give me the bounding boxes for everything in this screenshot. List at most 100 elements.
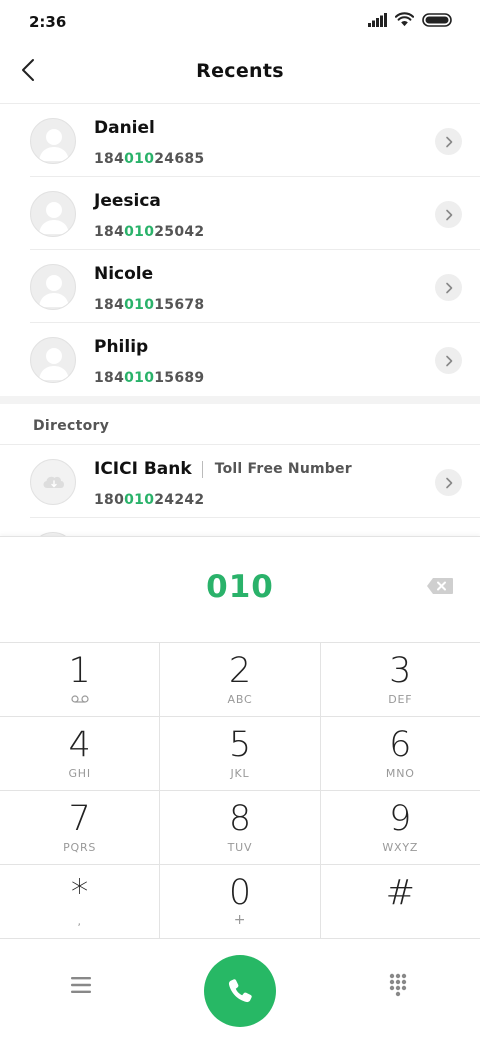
contact-name: Daniel (94, 118, 155, 138)
keypad-row: 1 2 ABC 3 DEF (0, 643, 480, 717)
avatar (30, 337, 76, 383)
avatar (30, 191, 76, 237)
matched-digits: 010 (124, 151, 155, 167)
chevron-right-icon (445, 477, 452, 488)
key-digit: 6 (389, 725, 412, 765)
menu-button[interactable] (70, 975, 92, 997)
recents-list: Daniel 18401024685 Jeesica 18401025042 N… (0, 104, 480, 536)
avatar (30, 118, 76, 164)
key-star[interactable]: * , (0, 865, 161, 938)
key-digit: 0 (228, 873, 252, 913)
recent-contact-row[interactable]: Philip 18401015689 (30, 323, 480, 396)
contact-number: 18001024242 (94, 492, 205, 508)
key-digit: # (385, 873, 415, 913)
status-bar: 2:36 (0, 0, 480, 44)
cloud-download-icon (43, 476, 64, 488)
dialed-number[interactable]: 010 (0, 569, 480, 605)
avatar (30, 459, 76, 505)
menu-icon (71, 977, 91, 993)
person-icon (39, 202, 69, 234)
contact-number: 18401025042 (94, 224, 205, 240)
matched-digits: 010 (124, 297, 155, 313)
app-header: Recents (0, 44, 480, 104)
key-9[interactable]: 9 WXYZ (321, 791, 480, 864)
keypad-row: * , 0 + # (0, 865, 480, 939)
key-digit: 1 (68, 651, 91, 691)
contact-details-button[interactable] (435, 201, 462, 228)
key-8[interactable]: 8 TUV (160, 791, 321, 864)
backspace-icon (427, 578, 453, 594)
directory-name: ICICI Bank (94, 459, 192, 479)
key-digit: 7 (68, 799, 91, 839)
key-6[interactable]: 6 MNO (321, 717, 480, 790)
status-icons (368, 12, 452, 27)
matched-digits: 010 (124, 224, 155, 240)
key-letters: GHI (68, 767, 91, 780)
recent-contact-row[interactable]: Daniel 18401024685 (30, 104, 480, 177)
call-button[interactable] (204, 955, 276, 1027)
person-icon (39, 129, 69, 161)
dialpad: 010 1 2 ABC 3 DEF 4 GHI 5 JKL 6 MNO 7 PQ… (0, 536, 480, 1040)
recent-contact-row[interactable]: Nicole 18401015678 (30, 250, 480, 323)
contact-name: Jeesica (94, 191, 161, 211)
chevron-right-icon (445, 282, 452, 293)
chevron-right-icon (445, 355, 452, 366)
key-1[interactable]: 1 (0, 643, 161, 716)
contact-name: Nicole (94, 264, 154, 284)
key-digit: * (70, 873, 89, 913)
keypad-row: 4 GHI 5 JKL 6 MNO (0, 717, 480, 791)
key-letters: , (77, 915, 82, 928)
key-7[interactable]: 7 PQRS (0, 791, 161, 864)
keypad-toggle-button[interactable] (388, 973, 408, 997)
voicemail-icon (0, 693, 159, 706)
contact-details-button[interactable] (435, 274, 462, 301)
key-hash[interactable]: # (321, 865, 480, 938)
key-digit: 9 (389, 799, 412, 839)
person-icon (39, 348, 69, 380)
key-0[interactable]: 0 + (160, 865, 321, 938)
recent-contact-row[interactable]: Jeesica 18401025042 (30, 177, 480, 250)
signal-icon (368, 12, 387, 27)
backspace-button[interactable] (426, 577, 454, 597)
directory-row[interactable]: ICICI Bank Toll Free Number 18001024242 (30, 445, 480, 518)
person-icon (39, 275, 69, 307)
dialpad-icon (389, 973, 407, 997)
keypad-row: 7 PQRS 8 TUV 9 WXYZ (0, 791, 480, 865)
contact-number: 18401015689 (94, 370, 205, 386)
key-letters: + (233, 912, 247, 928)
contact-details-button[interactable] (435, 347, 462, 374)
key-letters: PQRS (63, 841, 97, 854)
directory-section-title: Directory (33, 418, 110, 434)
directory-tag: Toll Free Number (214, 461, 352, 477)
directory-entry: ICICI Bank Toll Free Number (94, 459, 352, 479)
wifi-icon (395, 12, 414, 27)
key-letters: WXYZ (382, 841, 419, 854)
key-4[interactable]: 4 GHI (0, 717, 161, 790)
dialer-bottom-bar (0, 939, 480, 1040)
chevron-right-icon (445, 136, 452, 147)
key-digit: 4 (68, 725, 91, 765)
key-2[interactable]: 2 ABC (160, 643, 321, 716)
battery-icon (422, 12, 452, 27)
key-letters: MNO (385, 767, 415, 780)
section-divider (0, 396, 480, 404)
matched-digits: 010 (124, 370, 155, 386)
dial-display: 010 (0, 537, 480, 643)
key-5[interactable]: 5 JKL (160, 717, 321, 790)
phone-icon (228, 979, 252, 1003)
contact-details-button[interactable] (435, 128, 462, 155)
key-digit: 8 (228, 799, 252, 839)
directory-row[interactable] (30, 518, 480, 536)
contact-name: Philip (94, 337, 149, 357)
key-letters: ABC (227, 693, 253, 706)
key-3[interactable]: 3 DEF (321, 643, 480, 716)
contact-number: 18401024685 (94, 151, 205, 167)
keypad: 1 2 ABC 3 DEF 4 GHI 5 JKL 6 MNO 7 PQRS 8… (0, 643, 480, 939)
key-letters: DEF (388, 693, 413, 706)
key-digit: 3 (389, 651, 412, 691)
key-digit: 2 (228, 651, 252, 691)
status-time: 2:36 (29, 13, 67, 31)
key-digit: 5 (228, 725, 252, 765)
divider (201, 460, 203, 478)
contact-details-button[interactable] (435, 469, 462, 496)
